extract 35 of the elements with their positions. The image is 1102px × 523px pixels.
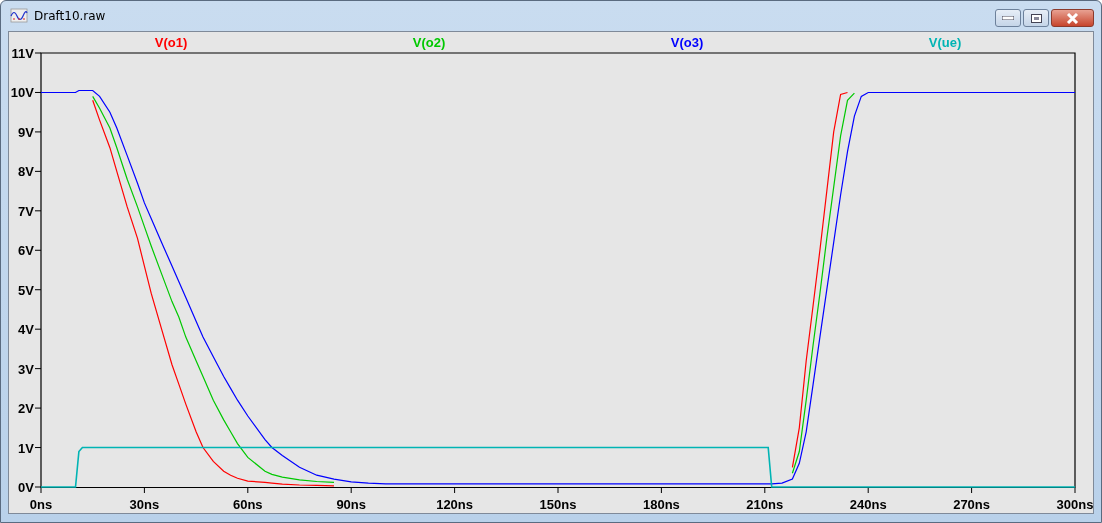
axis-tick-label: 60ns	[233, 497, 263, 510]
axis-tick-label: 6V	[18, 243, 34, 259]
axis-tick-label: 7V	[18, 203, 34, 219]
axis-tick-label: 90ns	[336, 497, 366, 510]
close-button[interactable]	[1051, 9, 1094, 27]
axis-tick-label: 120ns	[436, 497, 474, 510]
legend-label: V(ue)	[928, 35, 962, 50]
axis-tick-label: 9V	[18, 124, 34, 140]
axis-tick-label: 150ns	[539, 497, 577, 510]
maximize-button[interactable]	[1023, 9, 1049, 27]
maximize-icon	[1030, 13, 1042, 23]
legend-label: V(o2)	[412, 35, 446, 50]
legend-label: V(o1)	[154, 35, 188, 50]
minimize-icon	[1002, 16, 1014, 20]
axis-tick-label: 5V	[18, 282, 34, 298]
axis-tick-label: 11V	[11, 46, 34, 61]
axis-tick-label: 10V	[10, 85, 34, 101]
axis-tick-label: 210ns	[746, 497, 784, 510]
axis-tick-label: 3V	[18, 361, 34, 377]
axis-tick-label: 2V	[18, 401, 34, 417]
minimize-button[interactable]	[995, 9, 1021, 27]
axis-tick-label: 270ns	[953, 497, 991, 510]
axis-tick-label: 240ns	[849, 497, 887, 510]
axis-tick-label: 30ns	[129, 497, 160, 510]
axis-tick-label: 0ns	[29, 497, 53, 510]
waveform-icon	[10, 8, 28, 24]
window-title: Draft10.raw	[34, 8, 106, 25]
axis-tick-label: 8V	[18, 164, 34, 180]
legend-label: V(o3)	[670, 35, 704, 50]
axis-tick-label: 300ns	[1056, 497, 1094, 510]
axis-tick-label: 4V	[18, 322, 34, 338]
axis-tick-label: 0V	[18, 480, 34, 495]
axis-tick-label: 180ns	[642, 497, 680, 510]
axis-tick-label: 1V	[18, 440, 34, 456]
close-icon	[1066, 12, 1079, 24]
